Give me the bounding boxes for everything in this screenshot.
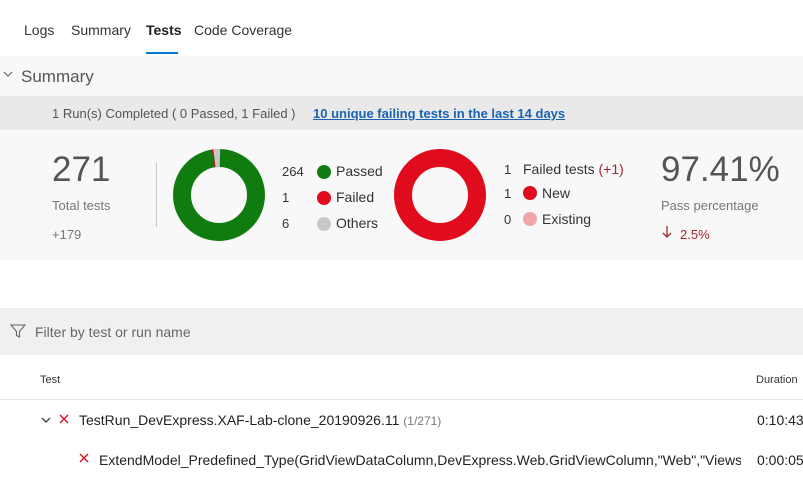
failed-count: 1 [282,190,290,205]
tab-bar: Logs Summary Tests Code Coverage [0,0,803,56]
passed-count: 264 [282,164,304,179]
new-label: New [542,185,571,201]
failed-tests-label: Failed tests (+1) [523,161,624,177]
existing-label: Existing [542,211,592,227]
failed-x-icon [59,414,69,424]
donut-new-segment [394,149,486,241]
summary-section-header[interactable] [0,56,803,96]
test-case-duration: 0:00:05. [757,452,803,468]
tab-summary[interactable]: Summary [71,22,131,38]
test-run-duration: 0:10:43. [757,412,803,428]
new-dot [523,186,537,200]
run-status-text: 1 Run(s) Completed ( 0 Passed, 1 Failed … [52,106,296,121]
test-run-count: (1/271) [403,414,442,428]
failed-tests-count: 1 [504,162,512,177]
total-tests-value: 271 [52,150,111,189]
donut-passed-segment [173,149,265,241]
summary-title: Summary [21,67,94,86]
table-header-divider [0,399,803,400]
chevron-down-icon[interactable] [3,69,13,79]
failed-label: Failed [336,189,375,205]
existing-count: 0 [504,212,512,227]
new-count: 1 [504,186,512,201]
test-outcome-donut [173,149,265,241]
funnel-icon [10,324,26,338]
tab-code-coverage[interactable]: Code Coverage [194,22,292,38]
chevron-down-icon[interactable] [41,416,51,424]
others-label: Others [336,215,379,231]
passed-dot [317,165,331,179]
failed-tests-delta: (+1) [598,161,624,177]
test-case-name[interactable]: ExtendModel_Predefined_Type(GridViewData… [99,452,741,468]
test-run-name[interactable]: TestRun_DevExpress.XAF-Lab-clone_2019092… [79,412,441,428]
unique-failing-tests-link[interactable]: 10 unique failing tests in the last 14 d… [313,106,565,121]
tab-logs[interactable]: Logs [24,22,54,38]
column-header-duration[interactable]: Duration [756,374,798,386]
pass-percentage-delta: 2.5% [680,227,710,242]
column-header-test[interactable]: Test [40,374,60,386]
passed-label: Passed [336,163,383,179]
pass-percentage-label: Pass percentage [661,198,759,213]
tab-tests[interactable]: Tests [146,22,182,38]
others-dot [317,217,331,231]
others-count: 6 [282,216,290,231]
existing-dot [523,212,537,226]
total-tests-label: Total tests [52,198,111,213]
down-arrow-icon [662,226,672,238]
pass-percentage-value: 97.41% [661,150,780,189]
failed-tests-donut [394,149,486,241]
failed-x-icon [79,453,89,463]
total-tests-delta: +179 [52,227,82,242]
filter-input[interactable] [35,322,435,342]
active-tab-indicator [146,52,178,54]
stats-divider [156,163,157,227]
failed-dot [317,191,331,205]
